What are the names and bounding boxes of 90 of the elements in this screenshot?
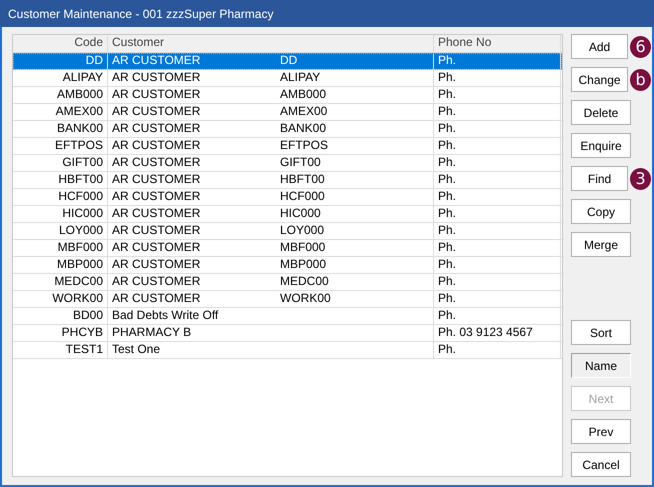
table-row[interactable]: HCF000 AR CUSTOMER HCF000 Ph.	[13, 189, 562, 206]
action-button[interactable]: Merge	[571, 232, 631, 257]
customer-cell: Bad Debts Write Off	[108, 308, 434, 324]
phone-cell: Ph.	[434, 206, 561, 222]
customer-cell: AR CUSTOMER MBF000	[108, 240, 434, 256]
number-badge: 3	[630, 168, 651, 190]
table-row[interactable]: PHCYB PHARMACY B Ph. 03 9123 4567	[13, 325, 562, 342]
phone-cell: Ph.	[434, 257, 561, 273]
customer-cell: AR CUSTOMER BANK00	[108, 121, 434, 137]
table-row[interactable]: MEDC00 AR CUSTOMER MEDC00 Ph.	[13, 274, 562, 291]
customer-cell: AR CUSTOMER WORK00	[108, 291, 434, 307]
table-row[interactable]: DD AR CUSTOMER DD Ph.	[13, 53, 562, 70]
action-button[interactable]: Delete	[571, 100, 631, 125]
code-cell: TEST1	[13, 342, 108, 358]
code-cell: LOY000	[13, 223, 108, 239]
code-cell: HIC000	[13, 206, 108, 222]
action-button[interactable]: Find	[571, 166, 628, 191]
phone-cell: Ph.	[434, 240, 561, 256]
customer-cell: AR CUSTOMER ALIPAY	[108, 70, 434, 86]
action-button[interactable]: Add	[571, 34, 628, 59]
window-title: Customer Maintenance - 001 zzzSuper Pharmacy	[0, 0, 654, 27]
code-cell: EFTPOS	[13, 138, 108, 154]
customer-cell: AR CUSTOMER AMB000	[108, 87, 434, 103]
code-cell: PHCYB	[13, 325, 108, 341]
code-cell: HBFT00	[13, 172, 108, 188]
table-row[interactable]: ALIPAY AR CUSTOMER ALIPAY Ph.	[13, 70, 562, 87]
code-cell: HCF000	[13, 189, 108, 205]
code-cell: BD00	[13, 308, 108, 324]
table-row[interactable]: MBP000 AR CUSTOMER MBP000 Ph.	[13, 257, 562, 274]
code-cell: WORK00	[13, 291, 108, 307]
phone-cell: Ph.	[434, 189, 561, 205]
customer-cell: AR CUSTOMER GIFT00	[108, 155, 434, 171]
code-cell: DD	[13, 53, 108, 69]
customer-cell: PHARMACY B	[108, 325, 434, 341]
customer-cell: AR CUSTOMER EFTPOS	[108, 138, 434, 154]
customer-cell: AR CUSTOMER HCF000	[108, 189, 434, 205]
phone-cell: Ph. 03 9123 4567	[434, 325, 561, 341]
action-button[interactable]: Name	[571, 353, 631, 378]
code-cell: GIFT00	[13, 155, 108, 171]
action-button[interactable]: Prev	[571, 419, 631, 444]
table-row[interactable]: HIC000 AR CUSTOMER HIC000 Ph.	[13, 206, 562, 223]
phone-cell: Ph.	[434, 308, 561, 324]
table-row[interactable]: BD00 Bad Debts Write Off Ph.	[13, 308, 562, 325]
code-cell: AMB000	[13, 87, 108, 103]
table-row[interactable]: BANK00 AR CUSTOMER BANK00 Ph.	[13, 121, 562, 138]
code-cell: BANK00	[13, 121, 108, 137]
table-row[interactable]: AMB000 AR CUSTOMER AMB000 Ph.	[13, 87, 562, 104]
column-header[interactable]: Phone No	[434, 35, 561, 52]
customer-cell: AR CUSTOMER HBFT00	[108, 172, 434, 188]
phone-cell: Ph.	[434, 291, 561, 307]
phone-cell: Ph.	[434, 172, 561, 188]
table-row[interactable]: WORK00 AR CUSTOMER WORK00 Ph.	[13, 291, 562, 308]
phone-cell: Ph.	[434, 223, 561, 239]
action-button[interactable]: Sort	[571, 320, 631, 345]
customer-cell: Test One	[108, 342, 434, 358]
action-button[interactable]: Copy	[571, 199, 631, 224]
customer-cell: AR CUSTOMER DD	[108, 53, 434, 69]
customer-cell: AR CUSTOMER AMEX00	[108, 104, 434, 120]
phone-cell: Ph.	[434, 87, 561, 103]
table-row[interactable]: HBFT00 AR CUSTOMER HBFT00 Ph.	[13, 172, 562, 189]
column-header[interactable]: Customer	[108, 35, 434, 52]
phone-cell: Ph.	[434, 155, 561, 171]
number-badge: b	[630, 68, 651, 90]
code-cell: MEDC00	[13, 274, 108, 290]
code-cell: AMEX00	[13, 104, 108, 120]
table-row[interactable]: AMEX00 AR CUSTOMER AMEX00 Ph.	[13, 104, 562, 121]
table-row[interactable]: GIFT00 AR CUSTOMER GIFT00 Ph.	[13, 155, 562, 172]
phone-cell: Ph.	[434, 121, 561, 137]
customer-cell: AR CUSTOMER LOY000	[108, 223, 434, 239]
phone-cell: Ph.	[434, 70, 561, 86]
code-cell: MBF000	[13, 240, 108, 256]
action-button[interactable]: Cancel	[571, 452, 631, 477]
action-button[interactable]: Enquire	[571, 133, 631, 158]
code-cell: ALIPAY	[13, 70, 108, 86]
table-row[interactable]: EFTPOS AR CUSTOMER EFTPOS Ph.	[13, 138, 562, 155]
table-row[interactable]: MBF000 AR CUSTOMER MBF000 Ph.	[13, 240, 562, 257]
action-button[interactable]: Change	[571, 67, 628, 92]
table-row[interactable]: TEST1 Test One Ph.	[13, 342, 562, 359]
phone-cell: Ph.	[434, 138, 561, 154]
table-row[interactable]: LOY000 AR CUSTOMER LOY000 Ph.	[13, 223, 562, 240]
customer-cell: AR CUSTOMER MEDC00	[108, 274, 434, 290]
column-header[interactable]: Code	[13, 35, 108, 52]
phone-cell: Ph.	[434, 274, 561, 290]
phone-cell: Ph.	[434, 104, 561, 120]
phone-cell: Ph.	[434, 53, 561, 69]
customer-cell: AR CUSTOMER MBP000	[108, 257, 434, 273]
customer-cell: AR CUSTOMER HIC000	[108, 206, 434, 222]
phone-cell: Ph.	[434, 342, 561, 358]
number-badge: 6	[630, 36, 651, 58]
code-cell: MBP000	[13, 257, 108, 273]
